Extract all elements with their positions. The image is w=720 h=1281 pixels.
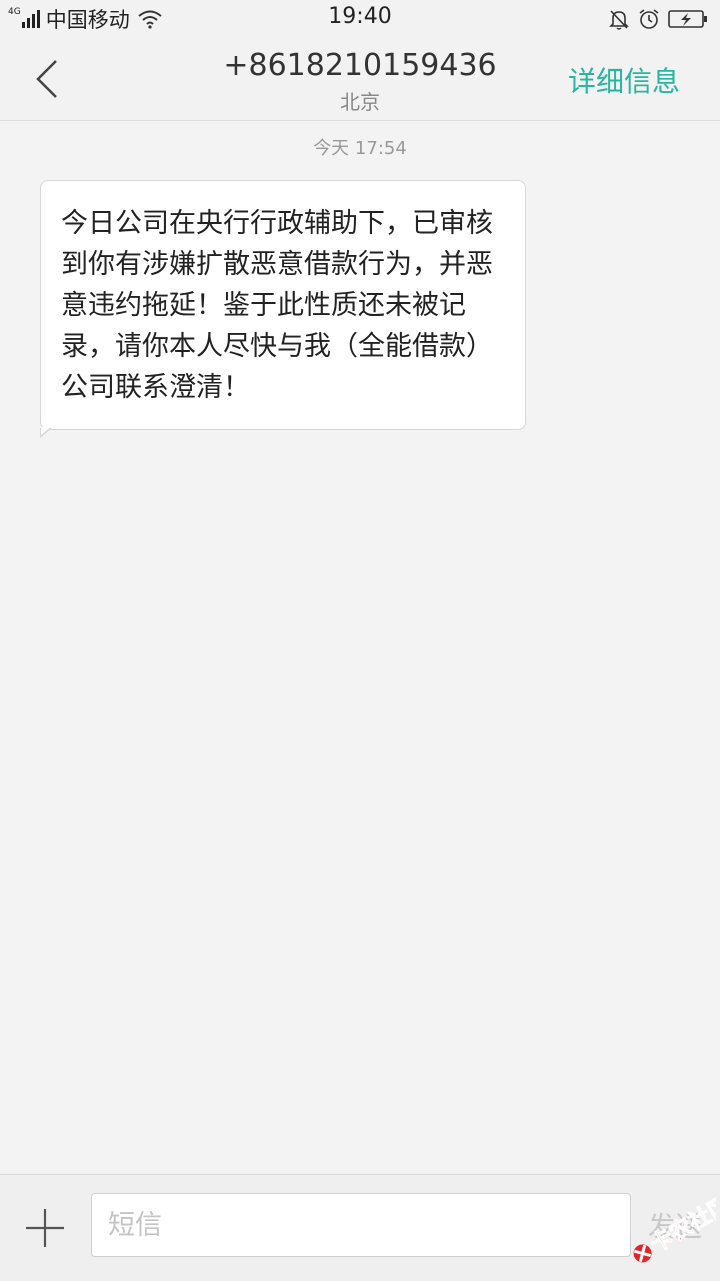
sms-input[interactable] [91, 1193, 631, 1257]
svg-text:卡农社区: 卡农社区 [646, 1191, 716, 1258]
add-attachment-button[interactable] [20, 1203, 70, 1253]
message-text: 今日公司在央行行政辅助下，已审核到你有涉嫌扩散恶意借款行为，并恶意违约拖延！鉴于… [61, 208, 493, 403]
conversation-header: +8618210159436 北京 详细信息 [0, 38, 720, 121]
incoming-message-bubble[interactable]: 今日公司在央行行政辅助下，已审核到你有涉嫌扩散恶意借款行为，并恶意违约拖延！鉴于… [40, 180, 526, 438]
watermark-logo: 卡农社区 [633, 1191, 716, 1263]
compose-bar: 发送 [0, 1174, 720, 1281]
status-bar: 4G 中国移动 19:40 [0, 0, 720, 38]
details-button[interactable]: 详细信息 [568, 60, 680, 100]
status-right [608, 6, 708, 32]
bubble-tail [40, 427, 52, 438]
message-timestamp: 今天 17:54 [313, 138, 407, 159]
mute-bell-icon [609, 10, 629, 30]
alarm-icon [639, 9, 659, 29]
battery-charging-icon [668, 10, 707, 28]
